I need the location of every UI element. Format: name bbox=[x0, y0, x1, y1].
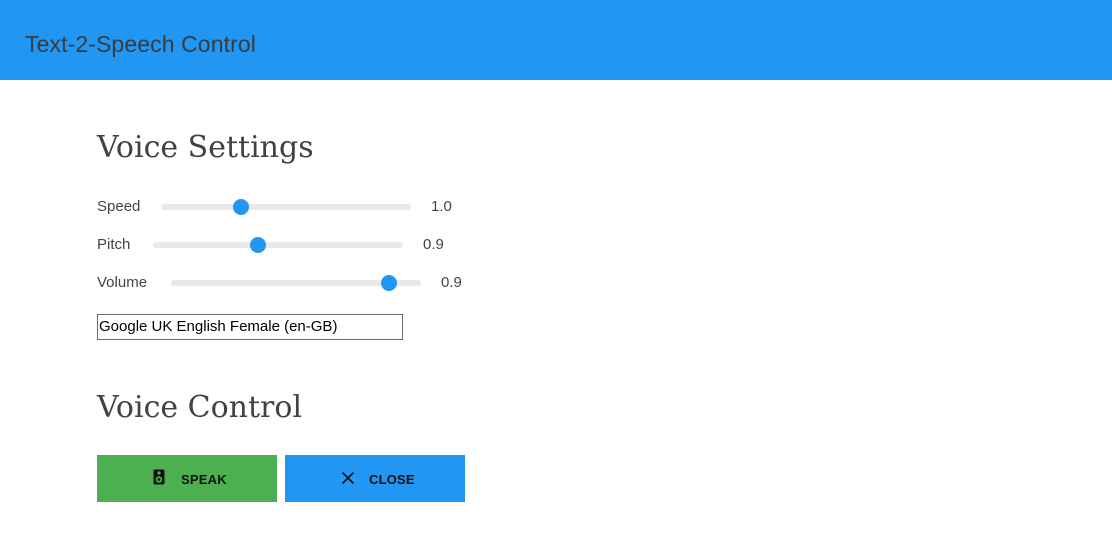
volume-slider-thumb[interactable] bbox=[380, 275, 397, 291]
close-button-label: CLOSE bbox=[369, 472, 415, 487]
pitch-slider-thumb[interactable] bbox=[250, 237, 266, 253]
speaker-icon bbox=[153, 469, 165, 490]
voice-control-title: Voice Control bbox=[97, 390, 303, 425]
volume-value: 0.9 bbox=[441, 274, 462, 291]
volume-label: Volume bbox=[97, 274, 148, 291]
voice-settings-title: Voice Settings bbox=[97, 130, 314, 165]
close-button[interactable]: CLOSE bbox=[285, 455, 465, 502]
volume-slider[interactable] bbox=[171, 275, 421, 291]
voice-select-value: Google UK English Female (en-GB) bbox=[99, 318, 338, 335]
app-title: Text-2-Speech Control bbox=[25, 31, 256, 57]
speed-slider[interactable] bbox=[161, 199, 411, 215]
close-icon bbox=[342, 471, 354, 489]
voice-select[interactable]: Google UK English Female (en-GB) bbox=[97, 314, 403, 340]
pitch-slider[interactable] bbox=[153, 237, 403, 253]
speed-label: Speed bbox=[97, 198, 141, 215]
speak-button[interactable]: SPEAK bbox=[97, 455, 277, 502]
pitch-label: Pitch bbox=[97, 236, 131, 253]
app-bar: Text-2-Speech Control bbox=[0, 0, 1112, 80]
pitch-value: 0.9 bbox=[423, 236, 444, 253]
speak-button-label: SPEAK bbox=[181, 472, 227, 487]
speed-value: 1.0 bbox=[431, 198, 452, 215]
speed-slider-thumb[interactable] bbox=[233, 199, 249, 215]
